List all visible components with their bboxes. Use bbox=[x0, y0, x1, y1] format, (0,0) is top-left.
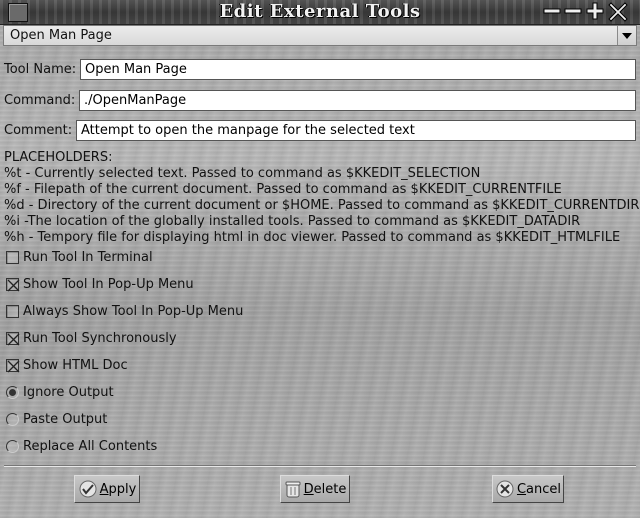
run-synchronously-label: Run Tool Synchronously bbox=[23, 330, 177, 346]
title-bar[interactable]: Edit External Tools bbox=[0, 0, 640, 25]
delete-label: elete bbox=[313, 481, 347, 497]
chevron-down-icon[interactable] bbox=[617, 26, 636, 45]
tool-selector-value: Open Man Page bbox=[10, 28, 112, 43]
placeholders-heading: PLACEHOLDERS: bbox=[4, 150, 113, 165]
radio-icon[interactable] bbox=[6, 412, 19, 426]
separator bbox=[4, 465, 636, 467]
checkbox-checked-icon[interactable] bbox=[6, 277, 20, 291]
cancel-button[interactable]: Cancel bbox=[492, 475, 564, 503]
tool-name-label: Tool Name: bbox=[4, 62, 77, 77]
tool-selector-dropdown[interactable]: Open Man Page bbox=[3, 25, 637, 46]
shade-icon[interactable] bbox=[564, 2, 582, 20]
run-in-terminal-label: Run Tool In Terminal bbox=[23, 249, 153, 265]
maximize-icon[interactable] bbox=[586, 2, 604, 20]
placeholder-line: %i -The location of the globally install… bbox=[4, 214, 581, 229]
delete-button[interactable]: Delete bbox=[280, 475, 350, 503]
placeholder-line: %h - Tempory file for displaying html in… bbox=[4, 230, 621, 245]
cancel-label: ancel bbox=[526, 481, 562, 497]
command-label: Command: bbox=[4, 93, 76, 108]
paste-output-label: Paste Output bbox=[23, 411, 108, 427]
radio-selected-icon[interactable] bbox=[6, 385, 19, 399]
tool-name-input[interactable]: Open Man Page bbox=[80, 59, 636, 80]
command-input[interactable]: ./OpenManPage bbox=[79, 90, 636, 111]
comment-input[interactable]: Attempt to open the manpage for the sele… bbox=[76, 120, 636, 141]
apply-label: pply bbox=[108, 481, 137, 497]
comment-label: Comment: bbox=[4, 123, 73, 138]
cancel-mnemonic: C bbox=[516, 481, 527, 497]
show-html-doc-checkbox[interactable]: Show HTML Doc bbox=[6, 356, 128, 374]
minimize-icon[interactable] bbox=[543, 2, 561, 20]
show-in-popup-label: Show Tool In Pop-Up Menu bbox=[23, 276, 194, 292]
placeholder-line: %f - Filepath of the current document. P… bbox=[4, 182, 562, 197]
paste-output-radio[interactable]: Paste Output bbox=[6, 410, 107, 428]
always-show-popup-label: Always Show Tool In Pop-Up Menu bbox=[23, 303, 244, 319]
checkbox-box[interactable] bbox=[6, 250, 19, 264]
run-in-terminal-checkbox[interactable]: Run Tool In Terminal bbox=[6, 248, 153, 266]
replace-all-contents-radio[interactable]: Replace All Contents bbox=[6, 437, 157, 455]
placeholder-line: %t - Currently selected text. Passed to … bbox=[4, 166, 481, 181]
apply-mnemonic: A bbox=[99, 481, 109, 497]
checkbox-checked-icon[interactable] bbox=[6, 358, 20, 372]
apply-check-icon bbox=[79, 480, 97, 498]
show-in-popup-checkbox[interactable]: Show Tool In Pop-Up Menu bbox=[6, 275, 194, 293]
checkbox-checked-icon[interactable] bbox=[6, 331, 20, 345]
placeholder-line: %d - Directory of the current document o… bbox=[4, 198, 640, 213]
run-synchronously-checkbox[interactable]: Run Tool Synchronously bbox=[6, 329, 177, 347]
ignore-output-label: Ignore Output bbox=[23, 384, 114, 400]
delete-mnemonic: D bbox=[303, 481, 314, 497]
cancel-x-icon bbox=[496, 480, 514, 498]
radio-icon[interactable] bbox=[6, 439, 19, 453]
placeholders-help: PLACEHOLDERS: %t - Currently selected te… bbox=[4, 150, 640, 246]
ignore-output-radio[interactable]: Ignore Output bbox=[6, 383, 114, 401]
always-show-popup-checkbox[interactable]: Always Show Tool In Pop-Up Menu bbox=[6, 302, 243, 320]
apply-button[interactable]: Apply bbox=[74, 475, 140, 503]
show-html-doc-label: Show HTML Doc bbox=[23, 357, 128, 373]
checkbox-box[interactable] bbox=[6, 304, 19, 318]
close-icon[interactable] bbox=[608, 2, 628, 22]
trash-icon bbox=[285, 481, 301, 498]
replace-all-contents-label: Replace All Contents bbox=[23, 438, 158, 454]
